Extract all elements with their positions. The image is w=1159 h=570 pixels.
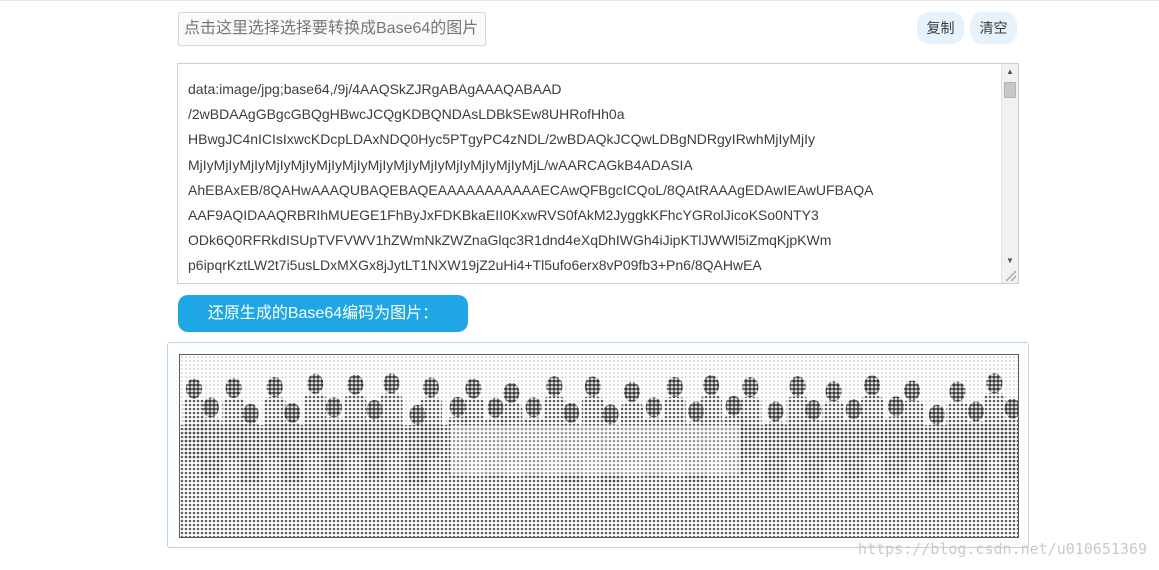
base64-text-content[interactable]: data:image/jpg;base64,/9j/4AAQSkZJRgABAg… [188,77,993,279]
file-chooser-button[interactable]: 点击这里选择选择要转换成Base64的图片 [178,12,486,46]
scroll-down-arrow-icon[interactable]: ▼ [1002,253,1018,269]
scroll-up-arrow-icon[interactable]: ▲ [1002,64,1018,80]
top-divider [0,0,1159,1]
vertical-scrollbar[interactable]: ▲ ▼ [1001,64,1018,283]
watermark-text: https://blog.csdn.net/u010651369 [858,540,1147,558]
scroll-thumb[interactable] [1004,82,1016,98]
base64-textarea[interactable]: data:image/jpg;base64,/9j/4AAQSkZJRgABAg… [177,63,1019,284]
clear-button[interactable]: 清空 [970,12,1017,44]
page: 点击这里选择选择要转换成Base64的图片 复制 清空 data:image/j… [0,0,1159,570]
restore-image-button[interactable]: 还原生成的Base64编码为图片： [178,295,468,332]
result-image [179,354,1019,538]
halftone-photo-graphic [180,355,1018,537]
result-image-panel [167,342,1029,548]
resize-grip-icon[interactable] [1006,271,1016,281]
copy-button[interactable]: 复制 [917,12,964,44]
